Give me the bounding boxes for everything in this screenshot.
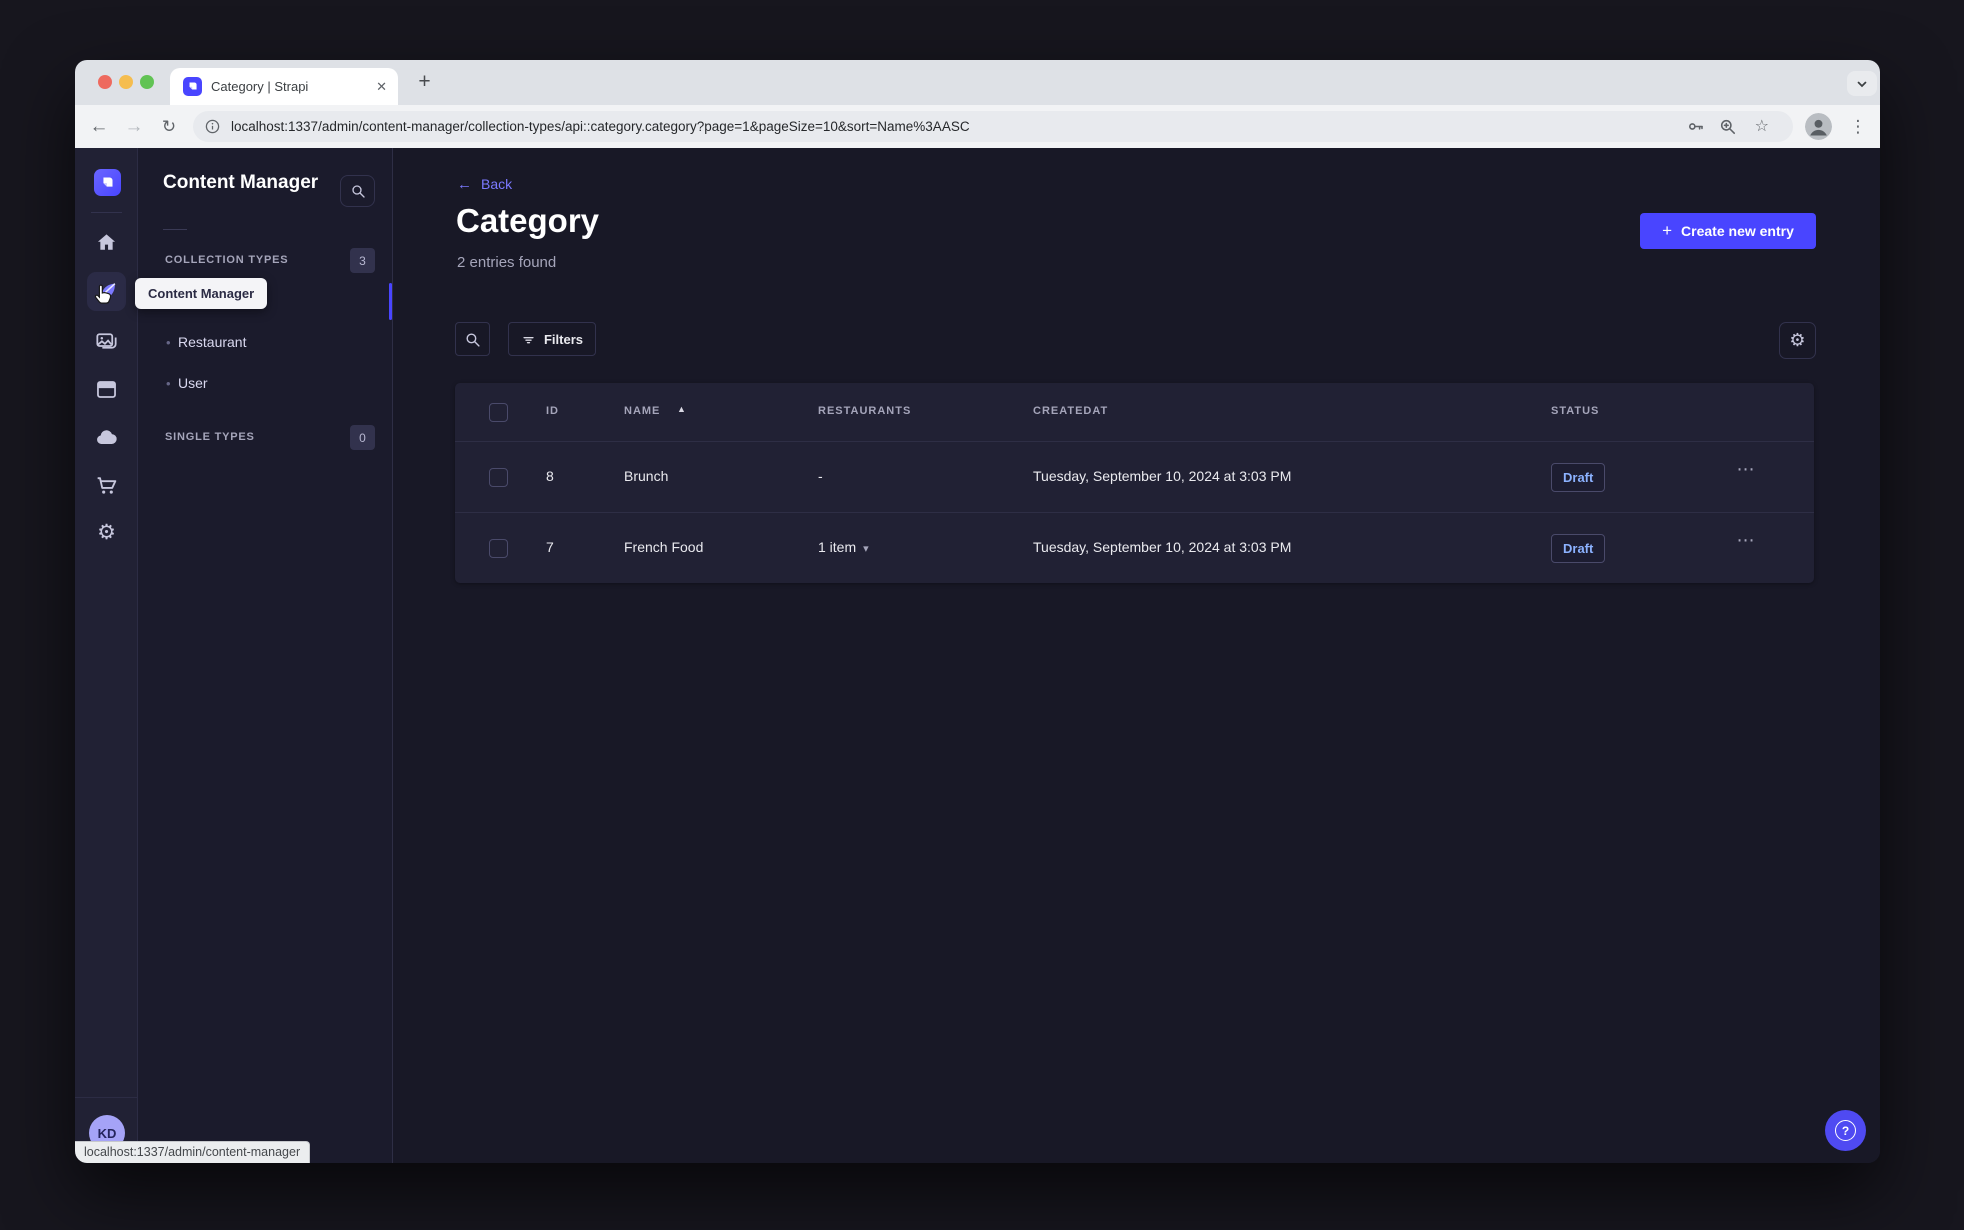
view-settings-button[interactable]: ⚙ — [1779, 322, 1816, 359]
row-actions-icon[interactable]: ⋯ — [1731, 530, 1761, 551]
browser-toolbar: ← → ↻ localhost:1337/admin/content-manag… — [75, 105, 1880, 148]
list-search-button[interactable] — [455, 322, 490, 356]
user-link: User — [178, 375, 208, 391]
bullet-icon: • — [166, 376, 171, 391]
url-text: localhost:1337/admin/content-manager/col… — [231, 119, 970, 134]
chevron-down-icon — [1857, 81, 1867, 87]
create-new-entry-button[interactable]: + Create new entry — [1640, 213, 1816, 249]
collection-types-count-badge: 3 — [350, 248, 375, 273]
content-type-builder-icon[interactable] — [94, 377, 119, 402]
site-info-icon[interactable] — [204, 118, 221, 135]
back-link[interactable]: ← Back — [457, 176, 512, 193]
browser-reload-button[interactable]: ↻ — [154, 105, 184, 148]
gear-icon: ⚙ — [1789, 330, 1806, 350]
help-button[interactable]: ? — [1825, 1110, 1866, 1151]
bullet-icon: • — [166, 335, 171, 350]
new-tab-button[interactable]: + — [411, 69, 438, 96]
cell-createdat: Tuesday, September 10, 2024 at 3:03 PM — [1033, 539, 1292, 555]
back-label: Back — [481, 176, 513, 192]
filter-icon — [523, 336, 534, 343]
column-header-status[interactable]: STATUS — [1551, 405, 1599, 417]
cell-id: 7 — [546, 539, 554, 555]
subnav-search-button[interactable] — [340, 175, 375, 207]
settings-gear-icon[interactable]: ⚙ — [75, 520, 138, 545]
browser-profile-avatar[interactable] — [1805, 113, 1832, 140]
marketplace-cart-icon[interactable] — [94, 473, 119, 498]
strapi-app: ⚙ KD Content Manager COLLECTION TYPES 3 … — [75, 148, 1880, 1163]
sidebar-item-restaurant[interactable]: • Restaurant — [138, 324, 392, 361]
entries-count: 2 entries found — [457, 254, 557, 271]
restaurants-count: 1 item — [818, 539, 857, 555]
desktop-background: Category | Strapi ✕ + ← → ↻ localhost:13… — [0, 0, 1964, 1230]
browser-window: Category | Strapi ✕ + ← → ↻ localhost:13… — [75, 60, 1880, 1163]
active-item-indicator — [389, 283, 392, 320]
category-list-view: ← Back Category 2 entries found + Create … — [393, 148, 1880, 1163]
tab-search-button[interactable] — [1847, 71, 1877, 96]
tab-close-icon[interactable]: ✕ — [376, 68, 387, 105]
content-manager-tooltip: Content Manager — [135, 278, 268, 309]
column-header-id[interactable]: ID — [546, 405, 559, 417]
subnav-title: Content Manager — [163, 172, 319, 193]
sidebar-item-user[interactable]: • User — [138, 365, 392, 402]
status-badge: Draft — [1551, 534, 1606, 563]
column-header-createdat[interactable]: CREATEDAT — [1033, 405, 1108, 417]
back-arrow-icon: ← — [457, 176, 472, 193]
zoom-page-icon[interactable] — [1718, 117, 1737, 136]
select-all-checkbox[interactable] — [489, 403, 508, 422]
home-icon[interactable] — [94, 230, 119, 255]
cell-name: Brunch — [624, 468, 669, 484]
window-close-button[interactable] — [98, 75, 112, 89]
cloud-icon[interactable] — [94, 425, 119, 450]
search-icon — [466, 332, 480, 347]
rail-divider — [91, 212, 122, 213]
search-icon — [351, 185, 365, 198]
page-title: Category — [456, 202, 600, 239]
table-header-row: ID NAME ▲ RESTAURANTS CREATEDAT STATUS — [455, 383, 1814, 441]
browser-tab[interactable]: Category | Strapi ✕ — [170, 68, 398, 105]
strapi-logo[interactable] — [94, 169, 121, 196]
create-new-entry-label: Create new entry — [1681, 223, 1794, 239]
cell-name: French Food — [624, 539, 704, 555]
row-checkbox[interactable] — [489, 468, 508, 487]
column-header-name[interactable]: NAME — [624, 405, 660, 417]
browser-forward-button[interactable]: → — [119, 105, 149, 148]
table-row[interactable]: 8 Brunch - Tuesday, September 10, 2024 a… — [455, 441, 1814, 512]
browser-status-bar: localhost:1337/admin/content-manager — [75, 1141, 311, 1163]
browser-tab-strip: Category | Strapi ✕ + — [75, 60, 1880, 105]
collection-types-label: COLLECTION TYPES — [165, 254, 289, 266]
single-types-count-badge: 0 — [350, 425, 375, 450]
question-mark-icon: ? — [1835, 1120, 1856, 1141]
sort-ascending-icon[interactable]: ▲ — [677, 404, 686, 414]
url-bar[interactable]: localhost:1337/admin/content-manager/col… — [193, 111, 1793, 142]
filters-button[interactable]: Filters — [508, 322, 596, 356]
cell-restaurants-expand[interactable]: 1 item ▾ — [818, 539, 869, 555]
cell-restaurants: - — [818, 468, 823, 484]
browser-back-button[interactable]: ← — [84, 105, 114, 148]
window-minimize-button[interactable] — [119, 75, 133, 89]
window-zoom-button[interactable] — [140, 75, 154, 89]
browser-menu-icon[interactable]: ⋮ — [1845, 105, 1871, 148]
subnav-divider — [163, 229, 187, 230]
single-types-label: SINGLE TYPES — [165, 431, 255, 443]
row-actions-icon[interactable]: ⋯ — [1731, 459, 1761, 480]
row-checkbox[interactable] — [489, 539, 508, 558]
password-manager-icon[interactable] — [1686, 117, 1705, 136]
entries-table: ID NAME ▲ RESTAURANTS CREATEDAT STATUS 8… — [455, 383, 1814, 583]
restaurant-link: Restaurant — [178, 334, 247, 350]
strapi-favicon-icon — [183, 77, 202, 96]
tab-title: Category | Strapi — [211, 79, 309, 94]
bookmark-star-icon[interactable]: ☆ — [1755, 111, 1769, 142]
cell-id: 8 — [546, 468, 554, 484]
cell-createdat: Tuesday, September 10, 2024 at 3:03 PM — [1033, 468, 1292, 484]
media-library-icon[interactable] — [94, 329, 119, 354]
plus-icon: + — [1662, 221, 1673, 240]
column-header-restaurants[interactable]: RESTAURANTS — [818, 405, 911, 417]
status-badge: Draft — [1551, 463, 1606, 492]
rail-bottom-divider — [75, 1097, 138, 1098]
table-row[interactable]: 7 French Food 1 item ▾ Tuesday, September… — [455, 512, 1814, 583]
hand-cursor-icon — [94, 284, 112, 304]
caret-down-icon: ▾ — [863, 543, 869, 555]
filters-label: Filters — [543, 331, 583, 347]
